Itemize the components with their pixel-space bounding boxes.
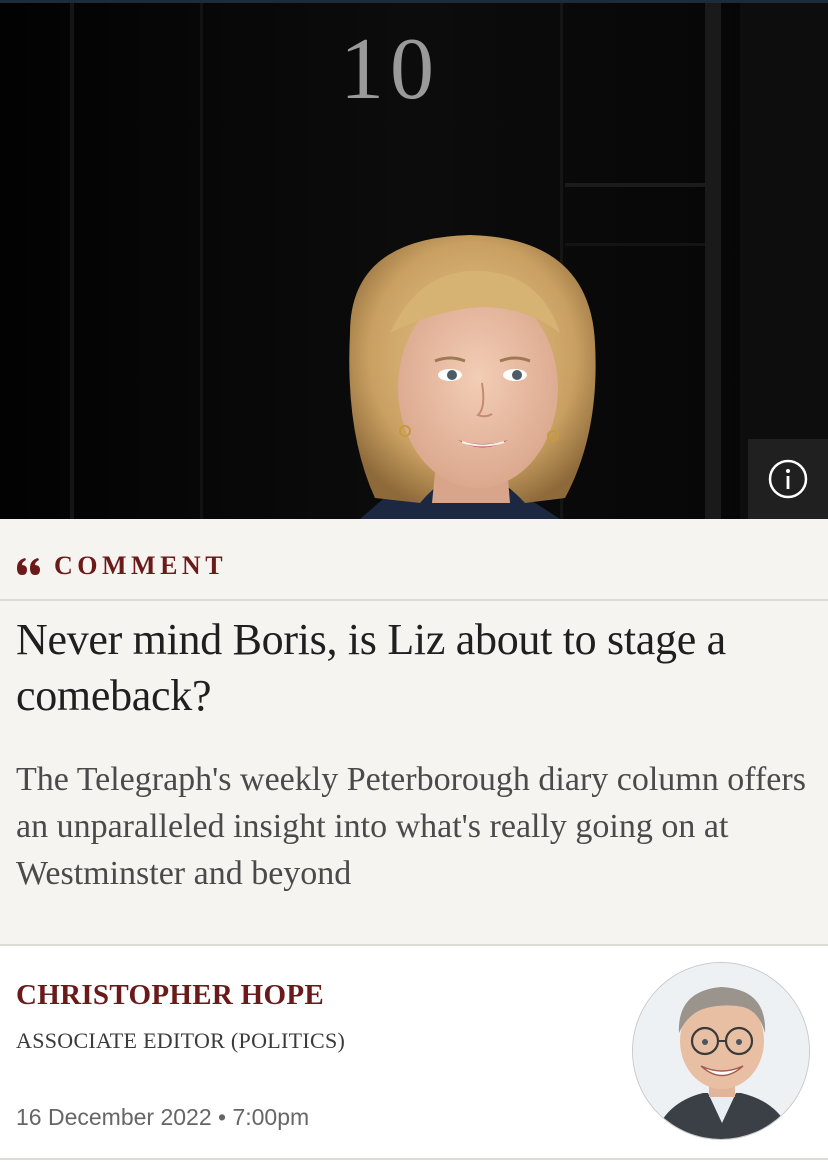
- divider: [0, 1158, 828, 1160]
- article-headline: Never mind Boris, is Liz about to stage …: [16, 615, 726, 720]
- hero-photo: 10: [0, 3, 828, 519]
- author-role: ASSOCIATE EDITOR (POLITICS): [16, 1028, 346, 1053]
- publish-date: 16 December 2022 • 7:00pm: [16, 1104, 310, 1130]
- author-name[interactable]: CHRISTOPHER HOPE: [16, 979, 324, 1012]
- author-avatar[interactable]: [632, 962, 810, 1140]
- quote-icon: [17, 558, 40, 575]
- door-number: 10: [340, 21, 440, 118]
- kicker-label: COMMENT: [54, 551, 228, 580]
- hero-image[interactable]: 10: [0, 3, 828, 519]
- byline: CHRISTOPHER HOPE ASSOCIATE EDITOR (POLIT…: [0, 946, 828, 1162]
- author-photo: [633, 963, 809, 1139]
- info-icon: [768, 459, 808, 499]
- article-standfirst: The Telegraph's weekly Peterborough diar…: [16, 761, 806, 892]
- article-kicker[interactable]: COMMENT: [16, 549, 227, 583]
- info-button[interactable]: [748, 439, 828, 519]
- divider: [0, 599, 828, 601]
